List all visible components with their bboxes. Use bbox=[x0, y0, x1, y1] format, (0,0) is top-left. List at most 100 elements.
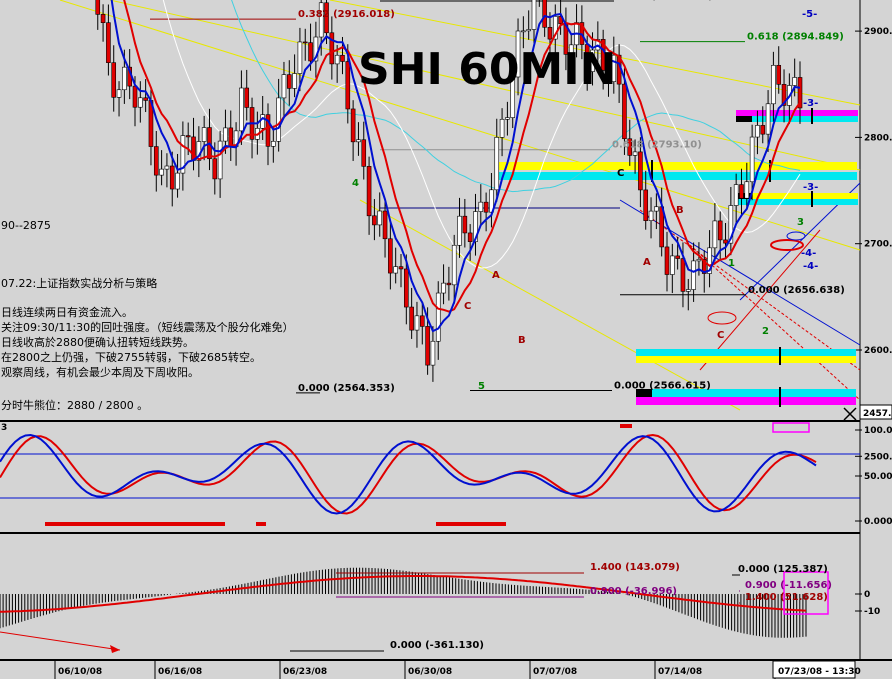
strategy-note: 日线连续两日有资金流入。 bbox=[1, 305, 133, 319]
candle-body bbox=[122, 66, 127, 91]
candle-body bbox=[244, 87, 250, 108]
fib-label: 0.382 (2916.018) bbox=[298, 9, 395, 20]
candle-body bbox=[169, 165, 175, 190]
candle-body bbox=[446, 282, 452, 286]
wave-label: B bbox=[518, 335, 526, 346]
candle-body bbox=[132, 85, 138, 108]
candle-body bbox=[159, 168, 164, 176]
date-tick-label: 06/10/08 bbox=[58, 667, 102, 677]
strategy-note: 观察周线，有机会最少本周及下周收阳。 bbox=[1, 365, 199, 379]
candle-body bbox=[164, 165, 170, 170]
candle-body bbox=[398, 266, 404, 270]
candle-body bbox=[106, 22, 111, 63]
candle-body bbox=[372, 215, 377, 226]
candle-body bbox=[350, 108, 356, 143]
candle-body bbox=[744, 181, 750, 199]
candle-body bbox=[286, 74, 292, 89]
macd-fib-label: 0.900 (-11.656) bbox=[745, 580, 832, 591]
candle-body bbox=[377, 210, 383, 226]
strategy-note: 在2800之上仍强，下破2755转弱，下破2685转空。 bbox=[1, 350, 261, 364]
candle-body bbox=[478, 201, 484, 212]
candle-body bbox=[419, 315, 425, 327]
candle-body bbox=[638, 151, 643, 191]
candle-body bbox=[388, 238, 393, 274]
wave-label: C bbox=[717, 330, 724, 341]
candle-body bbox=[547, 26, 553, 40]
wave-label: -4- bbox=[803, 261, 818, 272]
candle-body bbox=[356, 139, 361, 143]
date-tick-label: 07/23/08 - 13:30 bbox=[778, 667, 861, 677]
macd-fib-label: 0.000 (125.387) bbox=[738, 564, 828, 575]
candle-body bbox=[435, 292, 441, 342]
candle-body bbox=[765, 103, 771, 135]
candle-body bbox=[749, 136, 755, 183]
candle-body bbox=[675, 255, 680, 259]
wave-label: B bbox=[676, 205, 684, 216]
fib-label: 0.000 (2566.615) bbox=[614, 380, 711, 391]
candle-body bbox=[451, 244, 457, 286]
candle-body bbox=[271, 141, 276, 147]
macd-tick-label: -10 bbox=[864, 607, 880, 617]
candle-body bbox=[696, 259, 702, 262]
stoch-tick-label: 100.0 bbox=[864, 426, 892, 436]
macd-fib-label: 1.400 (51.628) bbox=[745, 592, 828, 603]
candle-body bbox=[212, 158, 218, 180]
candle-body bbox=[223, 127, 228, 142]
chart-title: SHI 60MIN bbox=[358, 44, 616, 95]
candle-body bbox=[393, 266, 398, 274]
candle-body bbox=[404, 268, 409, 308]
candle-body bbox=[345, 61, 351, 110]
strategy-note: 关注09:30/11:30的回吐强度。（短线震荡及个股分化难免） bbox=[1, 320, 294, 334]
candle-body bbox=[414, 315, 420, 331]
fib-label: 1.000 (2933.041) bbox=[616, 0, 713, 2]
macd-fib-label: 1.400 (143.079) bbox=[590, 562, 680, 573]
wave-label: A bbox=[643, 257, 651, 268]
candle-body bbox=[297, 41, 303, 74]
candle-body bbox=[201, 127, 207, 142]
candle-body bbox=[792, 77, 797, 86]
candle-body bbox=[712, 220, 718, 249]
fib-label: 0.618 (2894.849) bbox=[747, 32, 844, 43]
date-tick-label: 06/16/08 bbox=[158, 667, 202, 677]
candle-body bbox=[717, 220, 723, 241]
wave-label: A bbox=[492, 270, 500, 281]
candle-body bbox=[138, 97, 143, 108]
date-tick-label: 06/23/08 bbox=[283, 667, 327, 677]
candle-body bbox=[723, 239, 728, 244]
candle-body bbox=[100, 14, 106, 23]
candle-body bbox=[622, 83, 627, 140]
candle-body bbox=[175, 172, 180, 190]
candle-body bbox=[499, 118, 505, 138]
wave-label: 5 bbox=[478, 381, 485, 392]
stoch-tick-label: 50.00 bbox=[864, 472, 892, 482]
candle-body bbox=[425, 326, 430, 366]
candle-body bbox=[648, 210, 654, 221]
close-price-label: 2457. bbox=[863, 409, 891, 419]
candle-body bbox=[302, 41, 308, 44]
candle-body bbox=[329, 32, 335, 65]
corner-tag: 3 bbox=[1, 423, 7, 433]
wave-label: 1 bbox=[728, 258, 735, 269]
candle-body bbox=[95, 0, 101, 15]
fib-label: 0.000 (2564.353) bbox=[298, 383, 395, 394]
candle-body bbox=[361, 139, 367, 167]
price-tick-label: 2700. bbox=[864, 240, 892, 250]
wave-label: C bbox=[617, 168, 624, 179]
date-tick-label: 06/30/08 bbox=[408, 667, 452, 677]
candle-body bbox=[670, 255, 675, 275]
candle-body bbox=[771, 65, 776, 105]
candle-body bbox=[483, 201, 489, 213]
side-label: 90--2875 bbox=[1, 219, 51, 232]
candle-body bbox=[632, 151, 638, 156]
candle-body bbox=[467, 232, 473, 242]
candle-body bbox=[654, 206, 659, 212]
candle-body bbox=[521, 30, 526, 33]
candle-body bbox=[691, 260, 696, 290]
candle-body bbox=[116, 89, 122, 98]
candle-body bbox=[505, 117, 510, 120]
wave-label: 2 bbox=[762, 326, 769, 337]
price-tick-label: 2500. bbox=[864, 452, 892, 462]
candle-body bbox=[217, 140, 223, 180]
candle-body bbox=[457, 215, 462, 246]
candle-body bbox=[366, 166, 372, 217]
